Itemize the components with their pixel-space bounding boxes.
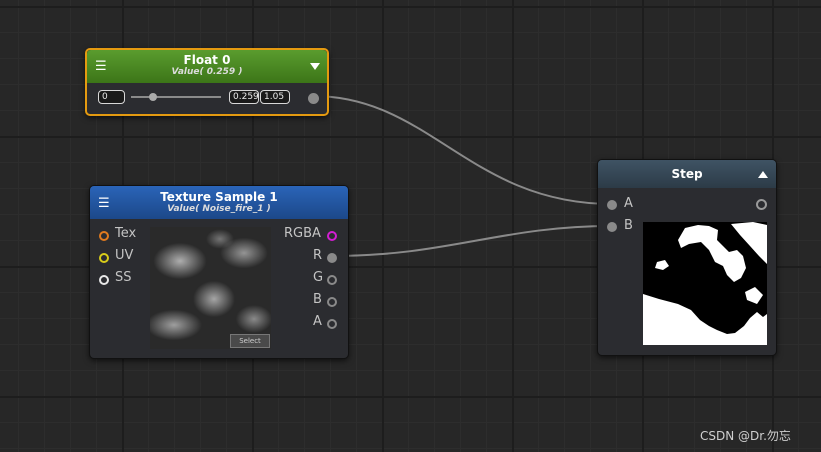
hamburger-icon[interactable]: ☰: [95, 60, 107, 73]
tex-input-port-tex[interactable]: [99, 231, 109, 241]
wire-float-to-step-a[interactable]: [312, 95, 613, 205]
texture-node-title: Texture Sample 1: [160, 190, 278, 204]
tex-output-port-a[interactable]: [327, 319, 337, 329]
tex-output-port-g[interactable]: [327, 275, 337, 285]
tex-output-label-g: G: [313, 270, 324, 285]
tex-output-port-b[interactable]: [327, 297, 337, 307]
wire-r-to-step-b[interactable]: [330, 225, 613, 257]
texture-node-subtitle: Value( Noise_fire_1 ): [167, 204, 271, 214]
tex-output-label-b: B: [313, 292, 322, 307]
step-input-port-b[interactable]: [607, 222, 617, 232]
float-node[interactable]: ☰ Float 0 Value( 0.259 ) 0 0.259 1.05: [85, 48, 329, 116]
step-input-port-a[interactable]: [607, 200, 617, 210]
tex-input-port-ss[interactable]: [99, 275, 109, 285]
tex-input-label-tex: Tex: [115, 226, 137, 241]
texture-sample-node[interactable]: ☰ Texture Sample 1 Value( Noise_fire_1 )…: [89, 185, 349, 359]
tex-input-label-ss: SS: [115, 270, 132, 285]
step-node-title: Step: [671, 167, 703, 181]
float-value-field[interactable]: 0.259: [229, 90, 259, 104]
float-node-title: Float 0: [183, 53, 231, 67]
node-graph-canvas[interactable]: ☰ Float 0 Value( 0.259 ) 0 0.259 1.05 St…: [0, 0, 821, 452]
step-input-label-a: A: [624, 196, 633, 211]
float-max-field[interactable]: 1.05: [260, 90, 290, 104]
tex-output-port-r[interactable]: [327, 253, 337, 263]
texture-preview-image: Select: [150, 227, 271, 349]
float-slider-knob[interactable]: [149, 93, 158, 101]
texture-node-header[interactable]: ☰ Texture Sample 1 Value( Noise_fire_1 ): [90, 186, 348, 219]
hamburger-icon[interactable]: ☰: [98, 197, 110, 210]
float-output-port[interactable]: [308, 93, 319, 104]
tex-output-label-rgba: RGBA: [284, 226, 321, 241]
triangle-down-icon[interactable]: [310, 63, 320, 70]
float-node-subtitle: Value( 0.259 ): [171, 67, 243, 77]
step-preview-image: [643, 222, 767, 345]
tex-output-port-rgba[interactable]: [327, 231, 337, 241]
texture-select-button[interactable]: Select: [230, 334, 270, 348]
step-node-header[interactable]: Step: [598, 160, 776, 188]
tex-input-label-uv: UV: [115, 248, 134, 263]
tex-input-port-uv[interactable]: [99, 253, 109, 263]
tex-output-label-a: A: [313, 314, 322, 329]
step-output-port[interactable]: [756, 199, 767, 210]
step-node[interactable]: Step A B: [597, 159, 777, 356]
triangle-up-icon[interactable]: [758, 171, 768, 178]
watermark: CSDN @Dr.勿忘: [700, 429, 791, 443]
float-slider[interactable]: [131, 93, 221, 101]
tex-output-label-r: R: [313, 248, 323, 263]
float-node-header[interactable]: ☰ Float 0 Value( 0.259 ): [87, 50, 327, 83]
step-input-label-b: B: [624, 218, 633, 233]
float-min-field[interactable]: 0: [98, 90, 125, 104]
